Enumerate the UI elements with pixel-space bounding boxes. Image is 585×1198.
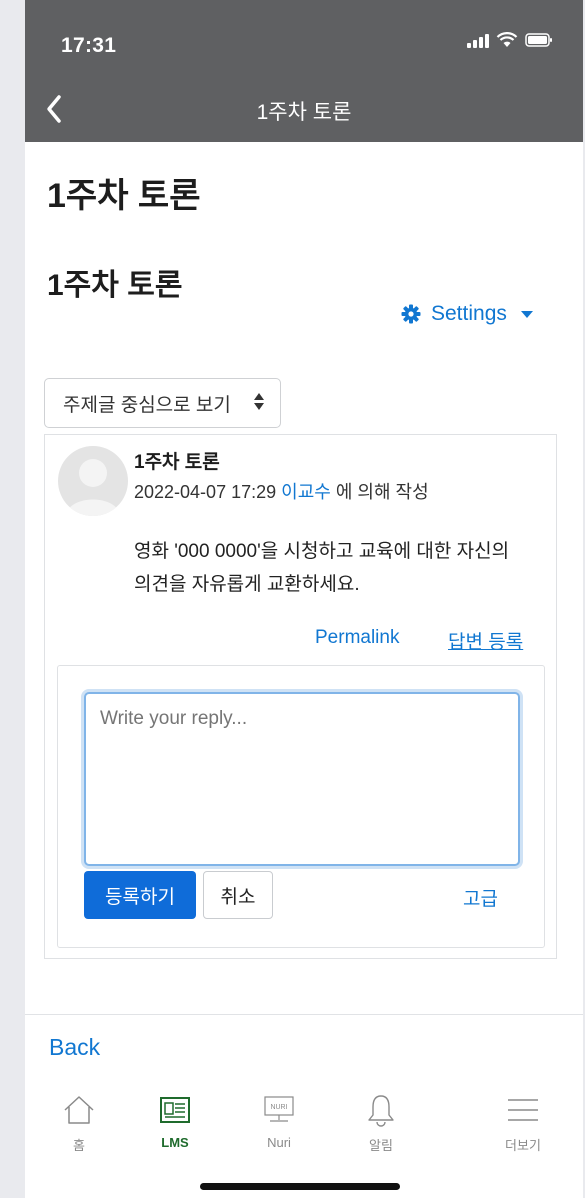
lms-icon [160,1097,190,1123]
submit-reply-button[interactable]: 등록하기 [84,871,196,919]
reply-textarea[interactable] [84,692,520,866]
tab-label: 홈 [73,1138,85,1153]
tab-more[interactable]: 더보기 [488,1091,558,1154]
divider [25,1014,583,1015]
advanced-link[interactable]: 고급 [463,884,498,911]
bottom-tab-bar: 홈 LMS NURI Nuri 알림 더보기 [25,1081,583,1198]
tab-label: LMS [161,1135,189,1150]
back-link[interactable]: Back [49,1034,100,1061]
app-screen: 17:31 1주차 토론 1주차 토론 1주차 토론 Settings 주제글 … [25,0,583,1198]
reply-link[interactable]: 답변 등록 [448,627,523,654]
home-icon [64,1096,94,1124]
post-date: 2022-04-07 17:29 [134,482,277,502]
permalink-link[interactable]: Permalink [315,627,399,649]
reply-form: 등록하기 취소 고급 [57,665,545,948]
tab-notifications[interactable]: 알림 [346,1091,416,1154]
home-indicator [200,1183,400,1190]
tab-nuri[interactable]: NURI Nuri [244,1091,314,1150]
battery-icon [525,33,552,47]
status-icons [467,32,553,48]
tab-lms[interactable]: LMS [140,1091,210,1150]
signal-icon [467,32,489,48]
nuri-icon-text: NURI [270,1104,287,1111]
post-title: 1주차 토론 [134,452,220,473]
settings-menu-button[interactable]: Settings [401,302,533,326]
author-link[interactable]: 이교수 [281,482,331,502]
tab-label: Nuri [267,1135,291,1150]
post-body-line: 영화 '000 0000'을 시청하고 교육에 대한 자신의 [134,541,510,562]
page-title: 1주차 토론 [47,177,201,215]
forum-title: 1주차 토론 [47,269,183,302]
tab-home[interactable]: 홈 [44,1091,114,1154]
menu-icon [508,1099,538,1121]
display-mode-select[interactable]: 주제글 중심으로 보기 [44,378,281,428]
tab-label: 더보기 [505,1138,541,1153]
sort-arrows-icon [254,393,264,410]
settings-label: Settings [431,302,507,325]
caret-down-icon [520,310,533,318]
app-header: 17:31 1주차 토론 [25,0,583,142]
status-time: 17:31 [61,34,117,57]
post-body: 영화 '000 0000'을 시청하고 교육에 대한 자신의 의견을 자유롭게 … [134,535,554,601]
bell-icon [368,1095,394,1127]
header-title: 1주차 토론 [256,101,352,124]
avatar [58,446,128,516]
post-body-line: 의견을 자유롭게 교환하세요. [134,574,360,595]
nuri-icon: NURI [264,1096,294,1122]
user-silhouette-icon [66,459,120,516]
cancel-button[interactable]: 취소 [203,871,273,919]
post-author-suffix: 에 의해 작성 [335,482,429,502]
tab-label: 알림 [369,1138,393,1153]
gear-icon [401,304,421,324]
discussion-post: 1주차 토론 2022-04-07 17:29 이교수 에 의해 작성 영화 '… [44,434,557,959]
display-mode-value: 주제글 중심으로 보기 [63,394,231,416]
wifi-icon [496,32,518,47]
post-meta: 2022-04-07 17:29 이교수 에 의해 작성 [134,478,429,504]
